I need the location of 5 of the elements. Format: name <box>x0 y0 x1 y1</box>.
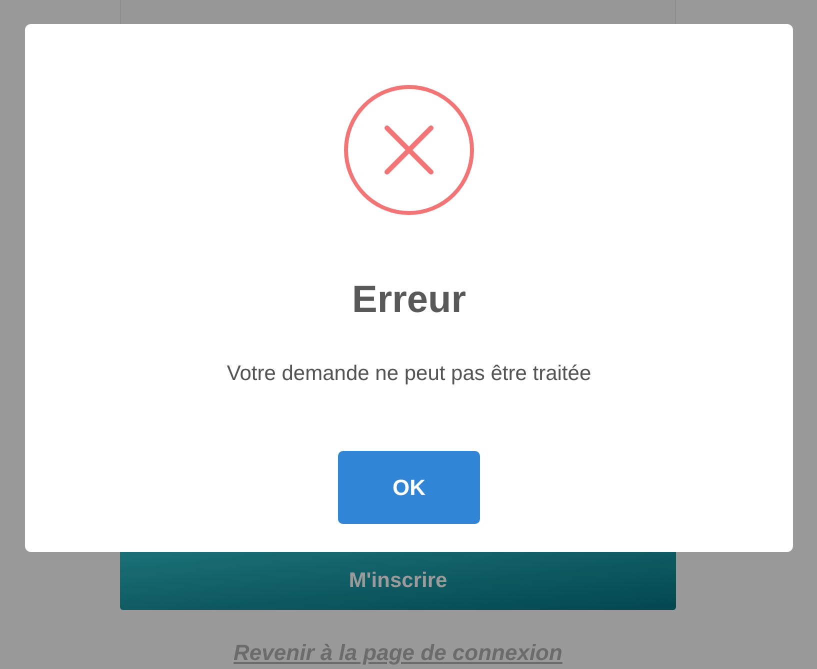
error-x-icon <box>343 84 475 216</box>
dialog-title: Erreur <box>352 278 466 322</box>
ok-button[interactable]: OK <box>338 450 480 524</box>
register-button[interactable]: M'inscrire <box>120 552 676 610</box>
dialog-message: Votre demande ne peut pas être traitée <box>226 361 592 387</box>
